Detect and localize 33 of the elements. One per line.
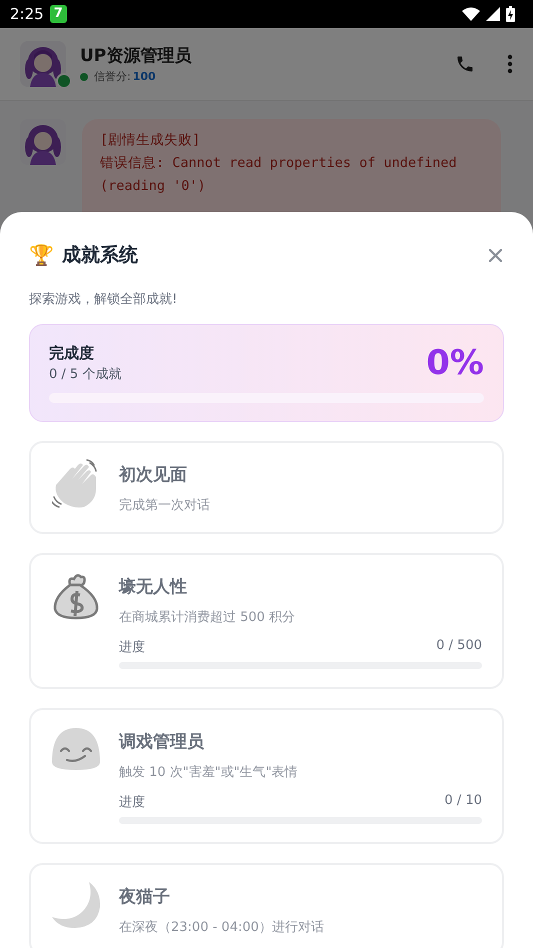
progress-label: 进度 bbox=[119, 794, 145, 811]
progress-value: 0 / 10 bbox=[444, 793, 482, 810]
credit-label: 信誉分: bbox=[94, 69, 131, 84]
error-message-line: [剧情生成失败] bbox=[100, 131, 202, 150]
smirk-face-icon bbox=[51, 726, 101, 772]
signal-icon bbox=[486, 7, 500, 21]
error-message-line: 错误信息: Cannot read properties of undefined (reading '0') bbox=[100, 154, 458, 196]
progress-label: 进度 bbox=[119, 639, 145, 656]
completion-count: 0 / 5 个成就 bbox=[49, 366, 122, 382]
credit-score: 100 bbox=[132, 70, 156, 83]
completion-percent: 0% bbox=[426, 343, 484, 383]
achievement-title: 调戏管理员 bbox=[119, 731, 205, 753]
sheet-title: 成就系统 bbox=[62, 243, 138, 268]
moon-icon bbox=[51, 881, 101, 929]
close-icon[interactable] bbox=[487, 246, 504, 264]
notification-badge: 7 bbox=[50, 5, 67, 23]
contact-name: UP资源管理员 bbox=[80, 45, 192, 67]
status-time: 2:25 bbox=[10, 5, 44, 23]
status-dot bbox=[80, 72, 88, 80]
completion-label: 完成度 bbox=[49, 344, 95, 362]
achievement-description: 在深夜（23:00 - 04:00）进行对话 bbox=[119, 919, 325, 936]
progress-value: 0 / 500 bbox=[436, 638, 482, 655]
achievement-description: 在商城累计消费超过 500 积分 bbox=[119, 609, 296, 626]
battery-icon bbox=[506, 6, 515, 22]
achievement-title: 夜猫子 bbox=[119, 886, 171, 908]
sheet-subtitle: 探索游戏，解锁全部成就! bbox=[29, 291, 178, 308]
achievement-description: 完成第一次对话 bbox=[119, 497, 211, 514]
achievement-description: 触发 10 次"害羞"或"生气"表情 bbox=[119, 764, 299, 781]
money-bag-icon bbox=[52, 571, 100, 621]
achievement-title: 初次见面 bbox=[119, 464, 188, 486]
achievement-title: 壕无人性 bbox=[119, 576, 188, 598]
trophy-icon: 🏆 bbox=[29, 243, 54, 267]
wifi-icon bbox=[462, 7, 480, 21]
